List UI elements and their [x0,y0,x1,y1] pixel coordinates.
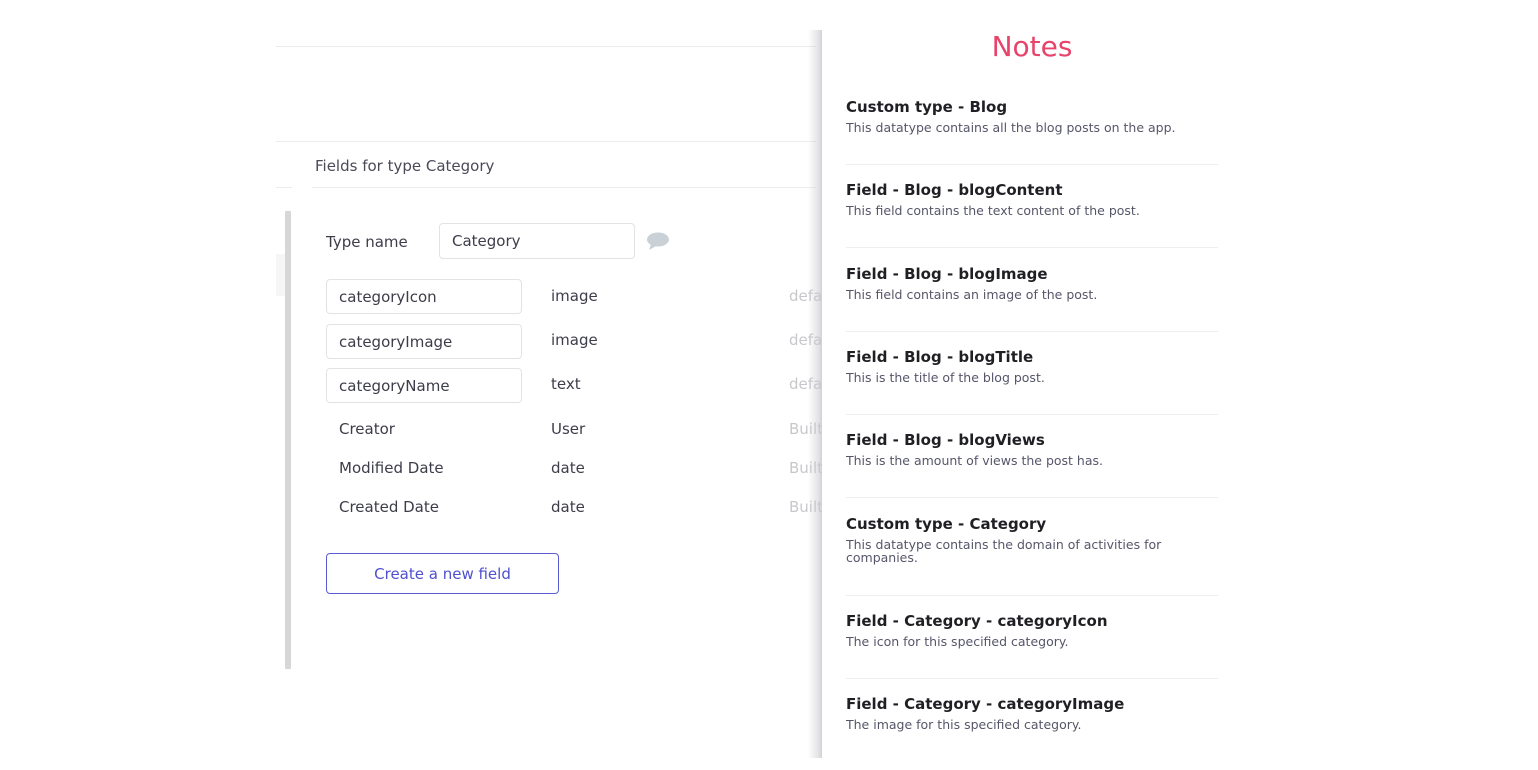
field-name-input[interactable] [326,368,522,403]
note-title: Custom type - Category [846,515,1047,533]
note-description: This field contains the text content of … [846,203,1140,218]
notes-panel: Notes Custom type - Blog This datatype c… [822,30,1238,758]
field-name-input[interactable] [326,279,522,314]
note-item[interactable]: Field - Category - categoryImage The ima… [846,694,1218,754]
section-title: Fields for type Category [315,157,495,175]
top-divider [276,46,816,47]
note-item[interactable]: Field - Blog - blogTitle This is the tit… [846,347,1218,415]
panel-left-border [285,211,291,669]
note-item[interactable]: Custom type - Blog This datatype contain… [846,97,1218,165]
type-name-label: Type name [326,233,408,251]
note-title: Field - Category - categoryIcon [846,612,1108,630]
notes-title: Notes [991,30,1073,63]
note-item[interactable]: Field - Blog - blogContent This field co… [846,180,1218,248]
field-type[interactable]: text [551,375,581,393]
builtin-field-name: Creator [339,420,395,438]
field-type[interactable]: image [551,287,598,305]
builtin-field-name: Created Date [339,498,439,516]
section-divider [276,141,816,142]
note-title: Field - Blog - blogContent [846,181,1063,199]
note-description: This is the amount of views the post has… [846,453,1103,468]
page: Fields for type Category Type name image… [0,0,1538,770]
field-type[interactable]: image [551,331,598,349]
note-title: Custom type - Blog [846,98,1008,116]
builtin-field-type: User [551,420,586,438]
note-title: Field - Blog - blogViews [846,431,1045,449]
note-item[interactable]: Field - Blog - blogViews This is the amo… [846,430,1218,498]
note-description: The icon for this specified category. [846,634,1069,649]
note-description: This datatype contains all the blog post… [846,120,1176,135]
note-item[interactable]: Custom type - Category This datatype con… [846,514,1218,596]
note-description: This field contains an image of the post… [846,287,1098,302]
section-underline [312,187,816,188]
builtin-field-type: date [551,459,585,477]
note-title: Field - Category - categoryImage [846,695,1125,713]
note-item[interactable]: Field - Blog - blogImage This field cont… [846,264,1218,332]
note-description: The image for this specified category. [846,717,1082,732]
note-item[interactable]: Field - Category - categoryIcon The icon… [846,611,1218,679]
create-new-field-button[interactable]: Create a new field [326,553,559,594]
builtin-field-type: date [551,498,585,516]
field-name-input[interactable] [326,324,522,359]
note-description: This datatype contains the domain of act… [846,537,1162,565]
note-description: This is the title of the blog post. [846,370,1045,385]
type-name-input[interactable] [439,223,635,259]
note-title: Field - Blog - blogImage [846,265,1048,283]
note-title: Field - Blog - blogTitle [846,348,1034,366]
builtin-field-name: Modified Date [339,459,444,477]
section-underline-stub [276,187,292,188]
speech-bubble-icon[interactable] [645,231,671,251]
